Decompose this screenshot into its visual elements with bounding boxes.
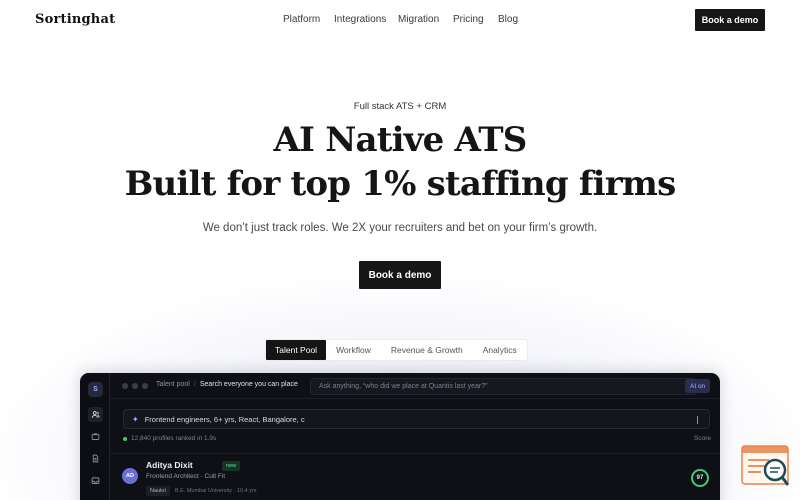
chat-widget-icon[interactable] [741, 445, 791, 490]
hero-title-line2: Built for top 1% staffing firms [124, 164, 677, 204]
app-topbar: Talent pool / Search everyone you can plac… [110, 373, 720, 399]
nav-link-pricing[interactable]: Pricing [453, 14, 484, 25]
nav-book-demo-button[interactable]: Book a demo [695, 9, 765, 31]
sparkle-icon: ✦ [132, 414, 139, 424]
match-score-ring: 97 [691, 469, 709, 487]
window-dot-icon[interactable] [142, 383, 148, 389]
source-tag: Naukri [146, 486, 170, 496]
nav-link-integrations[interactable]: Integrations [334, 14, 386, 25]
ai-status-badge[interactable]: AI on [685, 379, 711, 393]
search-query-text: Frontend engineers, 6+ yrs, React, Banga… [144, 414, 305, 424]
avatar: AD [122, 468, 138, 484]
app-sidebar: S [80, 373, 110, 500]
candidate-tags: Naukri B.E. Mumbai University · 10.4 yrs [146, 486, 257, 496]
window-dot-icon[interactable] [132, 383, 138, 389]
status-dot-icon [123, 436, 127, 441]
hero-title: AI Native ATS Built for top 1% staffing … [0, 118, 800, 206]
tab-talent-pool[interactable]: Talent Pool [266, 340, 327, 360]
new-badge: new [222, 461, 241, 471]
app-logo[interactable]: S [88, 382, 103, 397]
search-query-input[interactable]: ✦ Frontend engineers, 6+ yrs, React, Ban… [123, 409, 710, 429]
top-nav: Sortinghat Platform Integrations Migrati… [0, 0, 800, 40]
candidate-education: B.E. Mumbai University · 10.4 yrs [174, 488, 257, 494]
candidate-role: Frontend Architect · Cult Fit [146, 473, 226, 480]
document-icon[interactable] [88, 451, 103, 466]
hero-subtitle: We don’t just track roles. We 2X your re… [202, 222, 598, 234]
candidate-row[interactable]: AD Aditya Dixit new Frontend Architect ·… [110, 453, 720, 500]
nav-link-blog[interactable]: Blog [498, 14, 518, 25]
tab-workflow[interactable]: Workflow [326, 340, 381, 360]
nav-link-migration[interactable]: Migration [398, 14, 439, 25]
brand-logo[interactable]: Sortinghat [35, 12, 115, 27]
breadcrumb: Talent pool / Search everyone you can plac… [156, 381, 298, 388]
breadcrumb-root[interactable]: Talent pool [156, 381, 190, 388]
breadcrumb-separator: / [193, 381, 196, 388]
tab-analytics[interactable]: Analytics [473, 340, 527, 360]
candidate-name[interactable]: Aditya Dixit [146, 460, 193, 470]
hero-title-line1: AI Native ATS [273, 120, 527, 160]
breadcrumb-current: Search everyone you can place [199, 381, 298, 388]
briefcase-icon[interactable] [88, 429, 103, 444]
nav-link-platform[interactable]: Platform [283, 14, 320, 25]
product-tabs: Talent Pool Workflow Revenue & Growth An… [265, 339, 528, 361]
window-controls [122, 383, 148, 389]
results-meta: 12,840 profiles ranked in 1.9s [123, 435, 216, 442]
hero-book-demo-button[interactable]: Book a demo [359, 261, 441, 289]
tab-revenue-growth[interactable]: Revenue & Growth [381, 340, 473, 360]
ask-anything-input[interactable]: Ask anything, “who did we place at Quant… [310, 378, 697, 395]
window-dot-icon[interactable] [122, 383, 128, 389]
app-preview-window: S Talent pool / Search everyone you can pl… [80, 373, 720, 500]
score-column-header[interactable]: Score [694, 435, 711, 442]
inbox-icon[interactable] [88, 473, 103, 488]
hero-eyebrow: Full stack ATS + CRM [353, 101, 447, 112]
results-meta-text: 12,840 profiles ranked in 1.9s [131, 435, 217, 442]
users-icon[interactable] [88, 407, 103, 422]
text-cursor [697, 416, 698, 424]
